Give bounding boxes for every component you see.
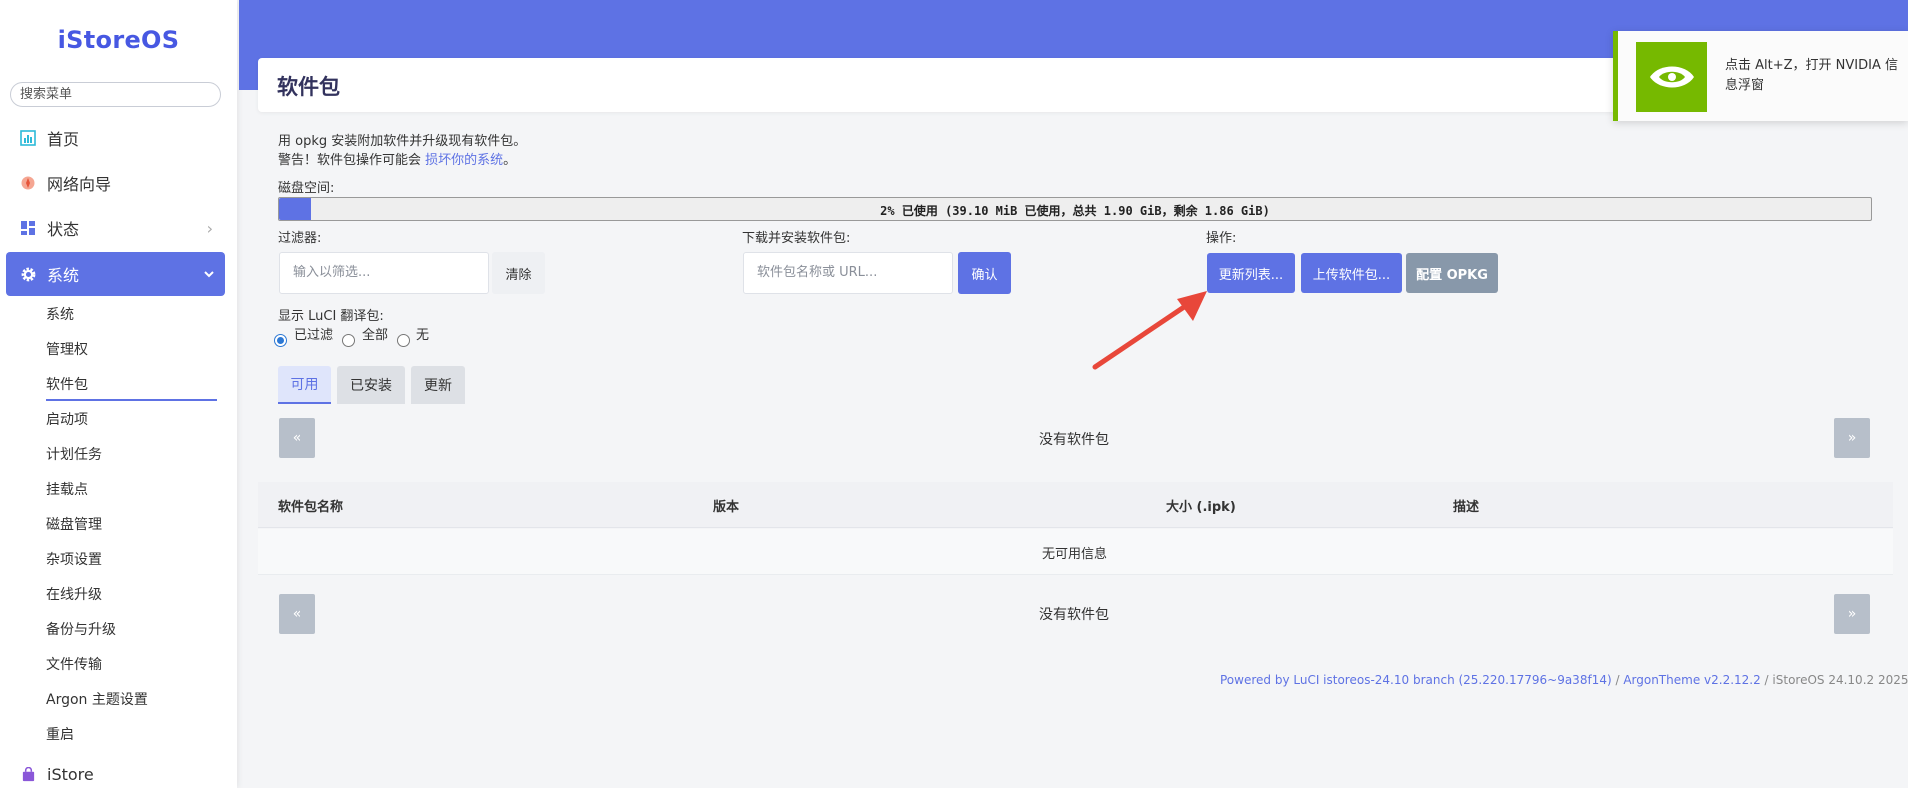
next-page-button[interactable]: » [1834, 418, 1870, 458]
warning-text: 警告！软件包操作可能会 损坏你的系统。 [278, 153, 517, 168]
footer-os-version: iStoreOS 24.10.2 2025090517 [1772, 673, 1908, 687]
page-title: 软件包 [277, 75, 340, 99]
sub-item-upgrade[interactable]: 在线升级 [46, 585, 102, 605]
nvidia-logo-icon [1636, 42, 1707, 112]
sub-item-system[interactable]: 系统 [46, 305, 74, 325]
logo: iStoreOS [57, 26, 180, 54]
tab-updates[interactable]: 更新 [411, 366, 465, 404]
table-header: 软件包名称 版本 大小 (.ipk) 描述 [258, 482, 1893, 528]
update-list-button[interactable]: 更新列表... [1207, 253, 1295, 293]
warning-link[interactable]: 损坏你的系统 [425, 153, 503, 168]
footer-luci-link[interactable]: Powered by LuCI istoreos-24.10 branch (2… [1220, 673, 1612, 687]
col-size: 大小 (.ipk) [1166, 500, 1236, 515]
disk-usage-label: 2% 已使用 (39.10 MiB 已使用，总共 1.90 GiB，剩余 1.8… [880, 204, 1270, 218]
radio-all[interactable] [342, 334, 355, 347]
sub-item-cron[interactable]: 计划任务 [46, 445, 102, 465]
nav-label: 首页 [47, 130, 80, 149]
nav-label: 网络向导 [47, 175, 112, 194]
nav-label: 系统 [47, 266, 80, 285]
prev-page-button-bottom[interactable]: « [279, 594, 315, 634]
tab-available[interactable]: 可用 [278, 366, 331, 404]
search-menu-input[interactable]: 搜索菜单 [10, 82, 221, 107]
actions-label: 操作: [1206, 231, 1237, 246]
store-icon [19, 765, 37, 783]
footer: Powered by LuCI istoreos-24.10 branch (2… [1220, 673, 1908, 687]
compass-icon [19, 174, 37, 192]
active-indicator [46, 399, 217, 401]
sub-item-startup[interactable]: 启动项 [46, 410, 88, 430]
table-row: 无可用信息 [258, 529, 1893, 575]
toast-message: 点击 Alt+Z，打开 NVIDIA 信息浮窗 [1725, 58, 1898, 93]
sub-item-software[interactable]: 软件包 [46, 375, 88, 395]
pager-status-bottom: 没有软件包 [1039, 607, 1109, 623]
nvidia-toast[interactable]: 点击 Alt+Z，打开 NVIDIA 信息浮窗 [1613, 31, 1908, 121]
nav-label: 状态 [47, 220, 80, 239]
package-url-input[interactable]: 软件包名称或 URL... [743, 252, 953, 294]
sub-item-file-transfer[interactable]: 文件传输 [46, 655, 102, 675]
clear-button[interactable]: 清除 [492, 252, 545, 294]
filter-label: 过滤器: [278, 231, 322, 246]
nav-item-home[interactable]: 首页 [0, 116, 237, 160]
col-description: 描述 [1453, 500, 1480, 515]
sidebar: iStoreOS 搜索菜单 首页 网络向导 状态 › 系统 系统 管理权 软件包… [0, 0, 237, 788]
luci-label: 显示 LuCI 翻译包: [278, 309, 384, 324]
radio-none-label: 无 [416, 328, 430, 343]
gear-icon [19, 265, 37, 283]
annotation-arrow-icon [1092, 291, 1207, 370]
page-description: 用 opkg 安装附加软件并升级现有软件包。 [278, 134, 527, 149]
dashboard-icon [19, 219, 37, 237]
radio-filtered-label: 已过滤 [294, 328, 334, 343]
filter-input[interactable]: 输入以筛选... [279, 252, 489, 294]
nav-item-network-wizard[interactable]: 网络向导 [0, 161, 237, 205]
radio-none[interactable] [397, 334, 410, 347]
pager-status: 没有软件包 [1039, 432, 1109, 448]
radio-filtered[interactable] [274, 334, 287, 347]
sub-item-argon[interactable]: Argon 主题设置 [46, 690, 148, 710]
sub-item-disk[interactable]: 磁盘管理 [46, 515, 102, 535]
disk-label: 磁盘空间: [278, 181, 335, 196]
nav-item-status[interactable]: 状态 › [0, 206, 237, 250]
nav-item-istore[interactable]: iStore [0, 752, 237, 788]
disk-usage-bar: 2% 已使用 (39.10 MiB 已使用，总共 1.90 GiB，剩余 1.8… [278, 197, 1872, 221]
chevron-right-icon: › [206, 218, 213, 238]
sub-item-backup[interactable]: 备份与升级 [46, 620, 116, 640]
radio-all-label: 全部 [362, 328, 389, 343]
sub-item-admin[interactable]: 管理权 [46, 340, 88, 360]
footer-theme-link[interactable]: ArgonTheme v2.2.12.2 [1623, 673, 1760, 687]
prev-page-button[interactable]: « [279, 418, 315, 458]
tab-installed[interactable]: 已安装 [337, 366, 405, 404]
col-version: 版本 [713, 500, 740, 515]
nav-item-system[interactable]: 系统 [6, 252, 225, 296]
sub-item-mounts[interactable]: 挂载点 [46, 480, 88, 500]
sub-item-reboot[interactable]: 重启 [46, 725, 74, 745]
next-page-button-bottom[interactable]: » [1834, 594, 1870, 634]
configure-opkg-button[interactable]: 配置 OPKG [1406, 253, 1498, 293]
download-label: 下载并安装软件包: [742, 231, 851, 246]
confirm-button[interactable]: 确认 [958, 252, 1011, 294]
chart-icon [19, 129, 37, 147]
col-name: 软件包名称 [278, 500, 344, 515]
sub-item-misc[interactable]: 杂项设置 [46, 550, 102, 570]
empty-table-message: 无可用信息 [1042, 547, 1108, 562]
upload-package-button[interactable]: 上传软件包... [1301, 253, 1402, 293]
chevron-down-icon [203, 265, 215, 284]
nav-label: iStore [47, 764, 94, 784]
